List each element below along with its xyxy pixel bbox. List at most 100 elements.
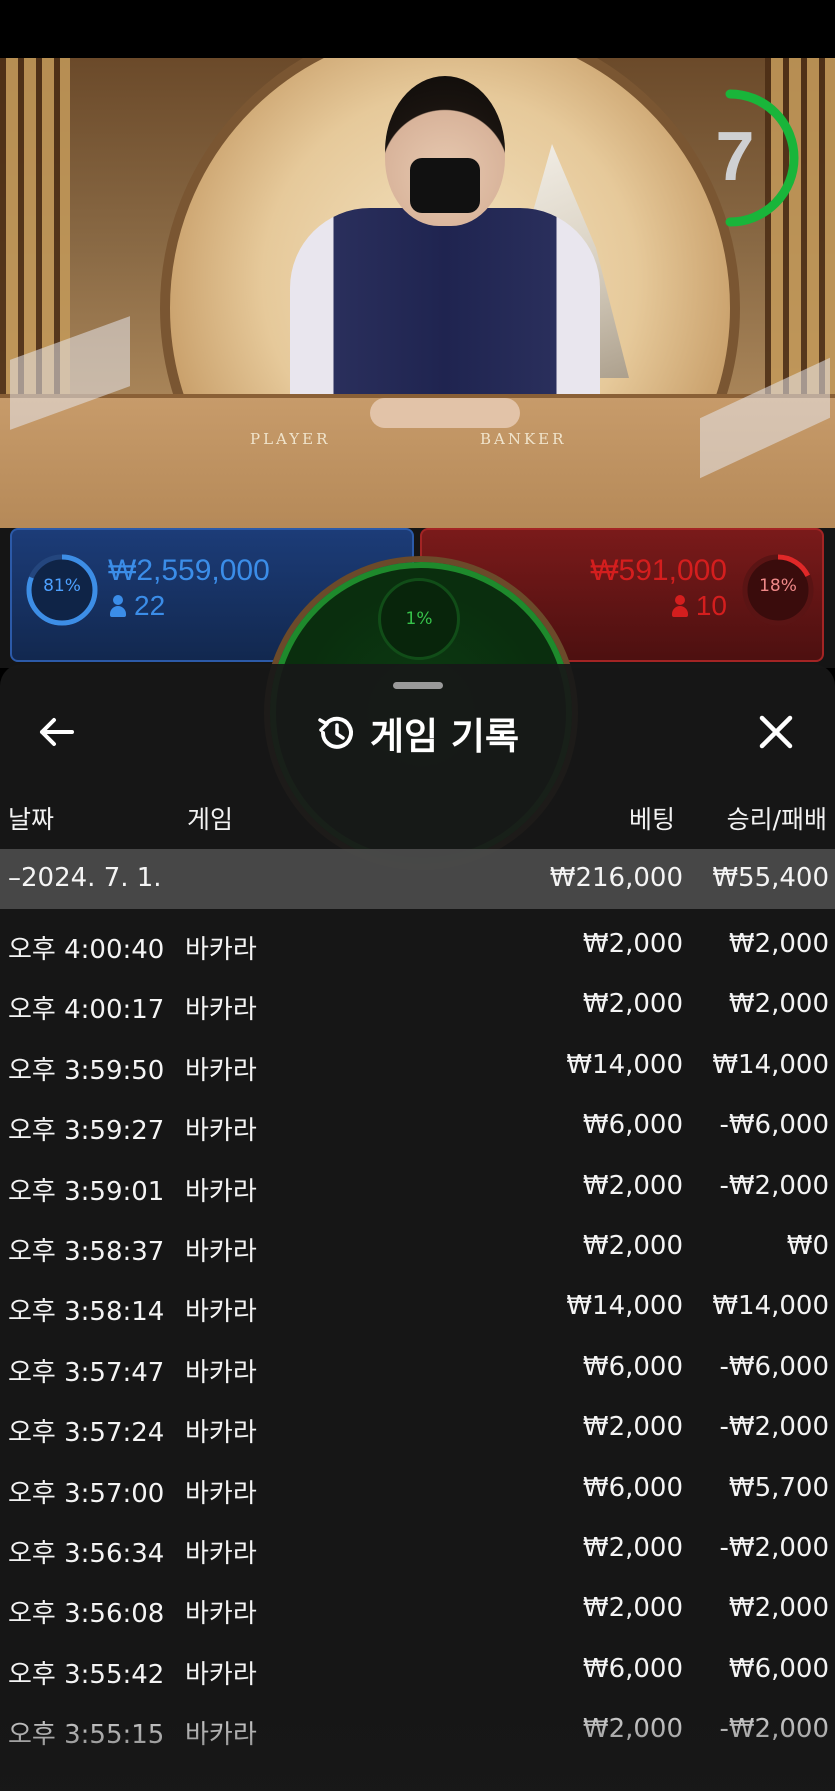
banker-users-value: 10 <box>695 590 727 621</box>
history-time: 오후 3:57:47 <box>8 1357 165 1388</box>
history-time: 오후 4:00:17 <box>8 995 165 1026</box>
sheet-header: 게임 기록 <box>0 706 835 758</box>
close-button[interactable] <box>752 710 800 754</box>
banker-percent-ring: 18% <box>740 552 814 626</box>
history-game: 바카라 <box>185 1297 257 1328</box>
history-row[interactable]: 오후 3:57:00 바카라 ₩6,000 ₩5,700 <box>0 1459 835 1519</box>
table-label-banker: BANKER <box>480 430 567 448</box>
history-icon <box>318 716 353 749</box>
history-row[interactable]: 오후 3:55:42 바카라 ₩6,000 ₩6,000 <box>0 1640 835 1700</box>
sheet-title: 게임 기록 <box>369 715 520 758</box>
history-time: 오후 4:00:40 <box>8 935 165 965</box>
history-bet: ₩2,000 <box>582 989 683 1020</box>
history-row[interactable]: 오후 3:56:34 바카라 ₩2,000 -₩2,000 <box>0 1519 835 1579</box>
history-result: ₩2,000 <box>728 929 829 959</box>
table-label-player: PLAYER <box>250 430 331 448</box>
history-row[interactable]: 오후 3:57:24 바카라 ₩2,000 -₩2,000 <box>0 1398 835 1458</box>
history-time: 오후 3:59:50 <box>8 1055 165 1086</box>
history-row[interactable]: 오후 3:59:27 바카라 ₩6,000 -₩6,000 <box>0 1096 835 1156</box>
history-game: 바카라 <box>185 1176 257 1207</box>
history-game: 바카라 <box>185 1418 257 1449</box>
history-row[interactable]: 오후 3:57:47 바카라 ₩6,000 -₩6,000 <box>0 1338 835 1398</box>
history-row[interactable]: 오후 4:00:40 바카라 ₩2,000 ₩2,000 <box>0 915 835 975</box>
player-user-count: 22 <box>110 590 165 622</box>
history-result: -₩2,000 <box>719 1714 829 1745</box>
history-time: 오후 3:55:15 <box>8 1720 165 1751</box>
timer-value: 7 <box>715 117 755 195</box>
history-row[interactable]: 오후 3:59:50 바카라 ₩14,000 ₩14,000 <box>0 1036 835 1096</box>
banker-user-count: 10 <box>671 590 727 622</box>
history-game: 바카라 <box>185 1659 257 1690</box>
history-bet: ₩6,000 <box>582 1653 683 1684</box>
history-bet: ₩14,000 <box>566 1049 683 1080</box>
history-time: 오후 3:59:01 <box>8 1176 165 1207</box>
history-result: -₩6,000 <box>719 1110 829 1141</box>
history-bet: ₩14,000 <box>566 1291 683 1322</box>
history-bet: ₩2,000 <box>582 1412 683 1443</box>
user-icon <box>110 595 126 617</box>
column-header-bet: 베팅 <box>628 805 675 834</box>
history-game: 바카라 <box>185 1478 257 1509</box>
history-game: 바카라 <box>185 935 257 965</box>
history-result: ₩5,700 <box>728 1472 829 1503</box>
history-row[interactable]: 오후 4:00:17 바카라 ₩2,000 ₩2,000 <box>0 975 835 1035</box>
history-bet: ₩2,000 <box>582 1170 683 1201</box>
history-row[interactable]: 오후 3:58:14 바카라 ₩14,000 ₩14,000 <box>0 1277 835 1337</box>
player-percent: 81% <box>43 576 81 596</box>
countdown-timer: 7 <box>690 88 810 228</box>
player-percent-ring: 81% <box>24 552 98 626</box>
user-icon <box>671 595 688 617</box>
column-header-game: 게임 <box>187 805 234 834</box>
history-time: 오후 3:58:14 <box>8 1297 165 1328</box>
column-header-result: 승리/패배 <box>726 805 827 834</box>
history-result: ₩2,000 <box>728 989 829 1020</box>
date-group-label: –2024. 7. 1. <box>8 863 162 893</box>
history-time: 오후 3:57:00 <box>8 1478 165 1509</box>
banker-bet-amount: ₩591,000 <box>590 554 727 587</box>
sheet-drag-handle[interactable] <box>393 682 443 689</box>
history-result: ₩0 <box>786 1231 829 1261</box>
history-bet: ₩6,000 <box>582 1110 683 1141</box>
date-group-result-total: ₩55,400 <box>712 863 829 893</box>
history-game: 바카라 <box>185 1055 257 1086</box>
player-bet-amount: ₩2,559,000 <box>108 554 270 587</box>
tie-percent: 1% <box>378 578 460 660</box>
history-result: ₩14,000 <box>712 1049 829 1080</box>
history-time: 오후 3:59:27 <box>8 1116 165 1147</box>
history-bet: ₩2,000 <box>582 1533 683 1563</box>
history-bet: ₩2,000 <box>582 1714 683 1745</box>
history-row[interactable]: 오후 3:56:08 바카라 ₩2,000 ₩2,000 <box>0 1579 835 1639</box>
history-time: 오후 3:58:37 <box>8 1237 165 1267</box>
history-result: ₩2,000 <box>728 1593 829 1624</box>
history-game: 바카라 <box>185 1116 257 1147</box>
date-group-row[interactable]: –2024. 7. 1. ₩216,000 ₩55,400 <box>0 849 835 909</box>
column-header-date: 날짜 <box>8 805 55 834</box>
history-bet: ₩2,000 <box>582 929 683 959</box>
history-bet: ₩6,000 <box>582 1472 683 1503</box>
history-game: 바카라 <box>185 1357 257 1388</box>
close-icon <box>759 715 793 749</box>
player-users-value: 22 <box>134 590 166 621</box>
history-result: -₩2,000 <box>719 1533 829 1563</box>
history-result: ₩6,000 <box>728 1653 829 1684</box>
history-time: 오후 3:56:34 <box>8 1539 165 1569</box>
history-bet: ₩2,000 <box>582 1231 683 1261</box>
history-row[interactable]: 오후 3:59:01 바카라 ₩2,000 -₩2,000 <box>0 1157 835 1217</box>
history-result: -₩2,000 <box>719 1412 829 1443</box>
history-row[interactable]: 오후 3:55:15 바카라 ₩2,000 -₩2,000 <box>0 1700 835 1760</box>
history-bet: ₩6,000 <box>582 1351 683 1382</box>
history-game: 바카라 <box>185 1539 257 1569</box>
banker-percent: 18% <box>759 576 797 596</box>
history-game: 바카라 <box>185 1720 257 1751</box>
history-time: 오후 3:55:42 <box>8 1659 165 1690</box>
history-game: 바카라 <box>185 1237 257 1267</box>
history-row[interactable]: 오후 3:58:37 바카라 ₩2,000 ₩0 <box>0 1217 835 1277</box>
history-game: 바카라 <box>185 1599 257 1630</box>
history-result: -₩6,000 <box>719 1351 829 1382</box>
status-bar <box>0 0 835 58</box>
date-group-bet-total: ₩216,000 <box>549 863 683 893</box>
dealer-hands <box>370 398 520 428</box>
history-bet: ₩2,000 <box>582 1593 683 1624</box>
history-time: 오후 3:57:24 <box>8 1418 165 1449</box>
history-game: 바카라 <box>185 995 257 1026</box>
